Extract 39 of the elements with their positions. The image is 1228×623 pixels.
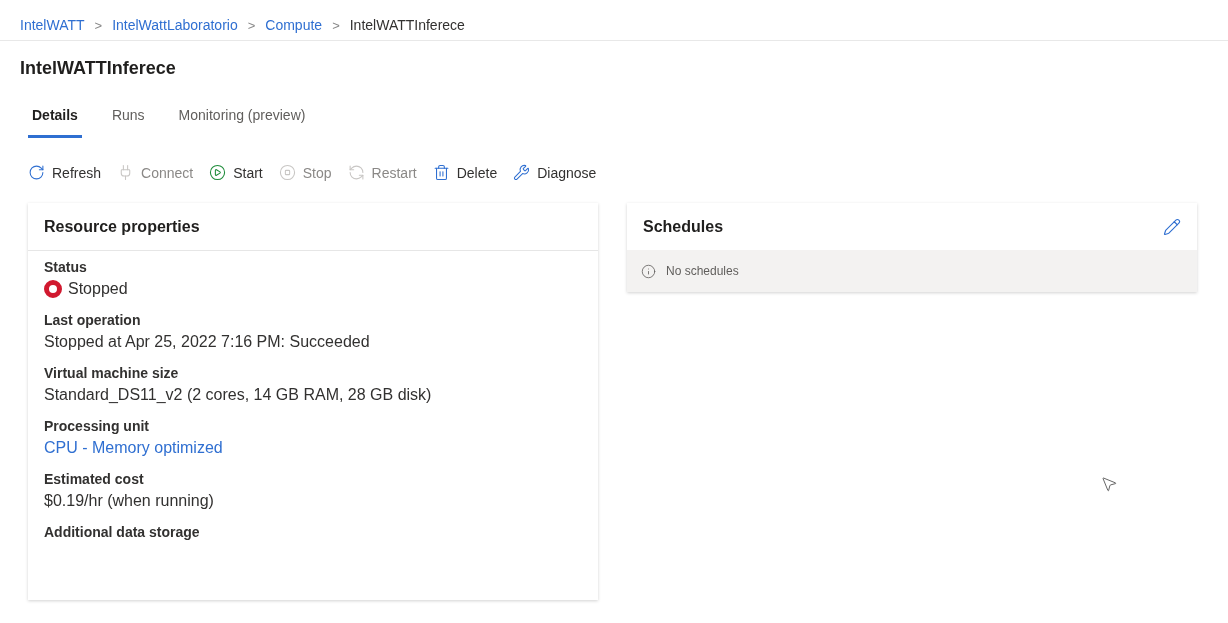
breadcrumb-link[interactable]: IntelWattLaboratorio <box>112 17 238 33</box>
page-title: IntelWATTInferece <box>20 58 177 79</box>
tab[interactable]: Runs <box>107 103 149 138</box>
tab[interactable]: Monitoring (preview) <box>174 103 310 138</box>
property-label: Estimated cost <box>44 471 145 487</box>
chevron-icon: > <box>247 17 256 33</box>
chevron-icon: > <box>332 17 340 33</box>
breadcrumb-current: IntelWATTInferece <box>349 17 465 33</box>
toolbar-button[interactable]: Diagnose <box>513 164 597 181</box>
property-label: Processing unit <box>44 418 151 434</box>
property-label: Virtual machine size <box>44 365 180 381</box>
stop-icon <box>278 164 296 181</box>
tab[interactable]: Details <box>28 103 82 138</box>
toolbar-button[interactable]: Start <box>209 164 263 181</box>
restart-icon <box>347 164 365 181</box>
chevron-icon: > <box>94 17 103 33</box>
stopped-status-icon <box>44 280 62 298</box>
property-value: $0.19/hr (when running) <box>44 492 215 510</box>
refresh-icon <box>28 164 45 181</box>
wrench-icon <box>513 164 531 181</box>
toolbar-button[interactable]: Refresh <box>28 164 102 181</box>
empty-message: No schedules <box>666 264 739 278</box>
card-title: Schedules <box>643 217 724 236</box>
property-label: Additional data storage <box>44 524 201 540</box>
toolbar-button[interactable]: Delete <box>432 164 498 181</box>
mouse-cursor-icon <box>1100 475 1118 493</box>
property-value: Stopped at Apr 25, 2022 7:16 PM: Succeeded <box>44 333 371 351</box>
card-title: Resource properties <box>44 217 200 236</box>
play-icon <box>209 164 227 181</box>
property-label: Last operation <box>44 312 142 328</box>
property-link[interactable]: CPU - Memory optimized <box>44 439 582 457</box>
edit-icon[interactable] <box>1163 217 1181 236</box>
breadcrumb-link[interactable]: Compute <box>265 17 323 33</box>
property-value: Stopped <box>68 280 128 298</box>
property-label: Status <box>44 259 88 275</box>
breadcrumb-link[interactable]: IntelWATT <box>20 17 85 33</box>
info-icon <box>641 263 656 279</box>
property-value: Standard_DS11_v2 (2 cores, 14 GB RAM, 28 GB disk) <box>44 386 433 404</box>
trash-icon <box>432 164 450 181</box>
